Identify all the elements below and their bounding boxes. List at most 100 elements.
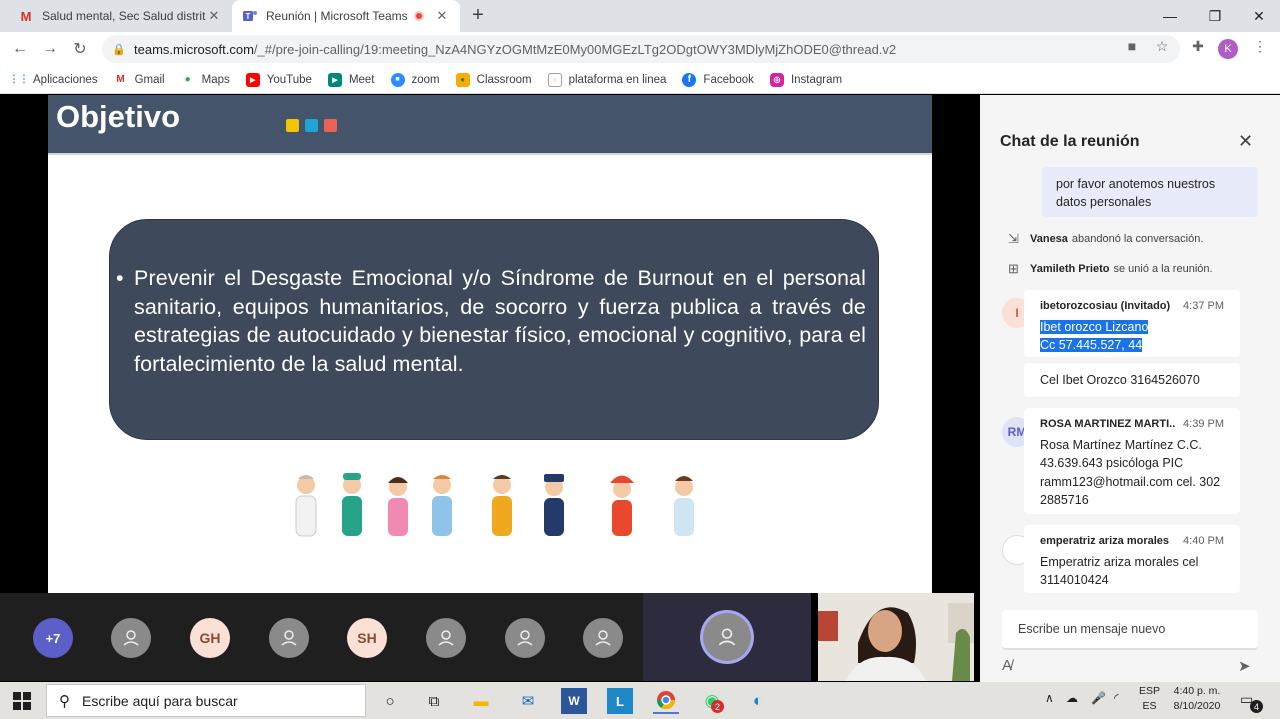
menu-icon[interactable]: ⋮ bbox=[1250, 37, 1270, 55]
microphone-icon[interactable]: 🎤 bbox=[1091, 691, 1106, 705]
restore-button[interactable]: ❐ bbox=[1193, 0, 1237, 32]
minimize-button[interactable]: — bbox=[1148, 0, 1192, 32]
message-time: 4:37 PM bbox=[1183, 300, 1224, 312]
maps-pin-icon: ● bbox=[184, 74, 191, 85]
chat-message: Cel Ibet Orozco 3164526070 bbox=[1024, 363, 1240, 397]
system-event: ⊞ Yamileth Prieto se unió a la reunión. bbox=[1008, 261, 1213, 276]
taskbar-search-input[interactable]: ⚲ Escribe aquí para buscar bbox=[46, 684, 366, 717]
bookmarks-bar: ⋮⋮ Aplicaciones M Gmail ● Maps ▶ YouTube ▶ Me… bbox=[0, 66, 1280, 94]
active-speaker-tile[interactable] bbox=[643, 593, 811, 681]
mail-icon[interactable]: ✉ bbox=[515, 688, 541, 714]
meeting-chat-panel: Chat de la reunión ✕ por favor anotemos … bbox=[980, 95, 1280, 685]
show-hidden-icons[interactable]: ∧ bbox=[1045, 691, 1054, 705]
close-tab-icon[interactable]: ✕ bbox=[434, 8, 450, 24]
wifi-icon[interactable]: ◜ bbox=[1114, 691, 1119, 705]
chat-title: Chat de la reunión bbox=[1000, 133, 1140, 150]
windows-start-icon[interactable] bbox=[12, 691, 32, 711]
slide-square bbox=[324, 119, 337, 132]
chat-message: ROSA MARTINEZ MARTI... 4:39 PM Rosa Martí… bbox=[1024, 408, 1240, 514]
slide-header: Objetivo bbox=[48, 95, 932, 155]
sender-name: ibetorozcosiau (Invitado) bbox=[1040, 300, 1171, 312]
participant-avatar[interactable]: GH bbox=[190, 618, 230, 658]
bookmark-classroom[interactable]: ● Classroom bbox=[455, 72, 532, 87]
address-bar[interactable]: 🔒 teams.microsoft.com /_#/pre-join-calli… bbox=[102, 35, 1180, 63]
back-button[interactable]: ← bbox=[8, 37, 32, 61]
new-tab-button[interactable]: + bbox=[466, 4, 490, 28]
extensions-icon[interactable]: ✚ bbox=[1188, 37, 1208, 55]
objective-box: • Prevenir el Desgaste Emocional y/o Sín… bbox=[109, 219, 879, 440]
browser-toolbar: ← → ↻ 🔒 teams.microsoft.com /_#/pre-join… bbox=[0, 32, 1280, 66]
search-icon: ⚲ bbox=[59, 692, 70, 710]
camera-video-feed bbox=[818, 593, 974, 681]
workers-illustration bbox=[295, 473, 694, 537]
slide-title: Objetivo bbox=[56, 99, 181, 134]
close-tab-icon[interactable]: ✕ bbox=[206, 8, 222, 24]
bookmark-plataforma[interactable]: ▫ plataforma en linea bbox=[547, 72, 666, 87]
bookmark-instagram[interactable]: ◎ Instagram bbox=[769, 72, 842, 87]
join-icon: ⊞ bbox=[1008, 261, 1019, 276]
forward-button[interactable]: → bbox=[38, 37, 62, 61]
leave-icon: ⇲ bbox=[1008, 231, 1019, 246]
medic-figure bbox=[432, 475, 452, 536]
gmail-icon: M bbox=[116, 74, 125, 85]
bookmark-youtube[interactable]: ▶ YouTube bbox=[245, 72, 312, 87]
compose-message-input[interactable]: Escribe un mensaje nuevo bbox=[1002, 610, 1258, 650]
person-icon bbox=[517, 630, 533, 646]
lock-icon: 🔒 bbox=[112, 43, 126, 56]
self-video-tile[interactable] bbox=[818, 593, 974, 681]
more-participants-button[interactable]: +7 bbox=[33, 618, 73, 658]
participant-avatar[interactable] bbox=[505, 618, 545, 658]
onedrive-icon[interactable]: ☁ bbox=[1066, 691, 1078, 705]
url-path: /_#/pre-join-calling/19:meeting_NzA4NGYz… bbox=[253, 41, 897, 57]
svg-text:T: T bbox=[246, 12, 251, 21]
bookmark-gmail[interactable]: M Gmail bbox=[114, 73, 164, 87]
youtube-icon: ▶ bbox=[245, 72, 260, 87]
instagram-icon: ◎ bbox=[769, 72, 784, 87]
firefighter-figure bbox=[610, 475, 634, 536]
message-time: 4:40 PM bbox=[1183, 535, 1224, 547]
own-message: por favor anotemos nuestros datos person… bbox=[1042, 167, 1258, 217]
camera-icon[interactable]: ■ bbox=[1122, 37, 1142, 55]
close-chat-icon[interactable]: ✕ bbox=[1238, 131, 1253, 152]
chat-message: ibetorozcosiau (Invitado) 4:37 PM Ibet or… bbox=[1024, 290, 1240, 357]
participant-avatar[interactable]: SH bbox=[347, 618, 387, 658]
bullet-icon: • bbox=[116, 266, 124, 290]
participant-avatar[interactable] bbox=[583, 618, 623, 658]
bookmark-facebook[interactable]: f Facebook bbox=[682, 72, 754, 87]
bookmark-star-icon[interactable]: ☆ bbox=[1152, 37, 1172, 55]
close-window-button[interactable]: ✕ bbox=[1237, 0, 1280, 32]
cortana-icon[interactable]: ○ bbox=[377, 688, 403, 714]
whatsapp-badge: 2 bbox=[711, 700, 724, 713]
format-text-icon[interactable]: A̸ bbox=[1002, 657, 1012, 674]
doctor-figure bbox=[295, 475, 317, 537]
tab-gmail[interactable]: M Salud mental, Sec Salud distrital · ✕ bbox=[8, 0, 232, 32]
task-view-icon[interactable]: ⧉ bbox=[421, 688, 447, 714]
chrome-icon[interactable] bbox=[653, 688, 679, 714]
send-icon[interactable]: ➤ bbox=[1238, 657, 1251, 675]
participant-avatar[interactable] bbox=[111, 618, 151, 658]
language-indicator[interactable]: ESP ES bbox=[1139, 684, 1160, 714]
bookmark-apps[interactable]: ⋮⋮ Aplicaciones bbox=[9, 73, 98, 87]
bookmark-zoom[interactable]: ■ zoom bbox=[390, 72, 440, 87]
person-icon bbox=[281, 630, 297, 646]
bookmark-meet[interactable]: ▶ Meet bbox=[327, 72, 375, 87]
profile-avatar[interactable]: K bbox=[1218, 39, 1238, 59]
reload-button[interactable]: ↻ bbox=[68, 37, 92, 61]
system-clock[interactable]: 4:40 p. m. 8/10/2020 bbox=[1168, 684, 1226, 714]
person-icon bbox=[718, 628, 736, 646]
shared-slide: Objetivo • Prevenir el Desgaste Emociona… bbox=[48, 95, 932, 593]
url-host: teams.microsoft.com bbox=[134, 41, 254, 57]
edge-icon[interactable]: ◐ bbox=[745, 688, 771, 714]
person-icon bbox=[123, 630, 139, 646]
file-explorer-icon[interactable]: ▬ bbox=[468, 688, 494, 714]
word-icon[interactable]: W bbox=[561, 688, 587, 714]
tab-teams[interactable]: T Reunión | Microsoft Teams ✕ bbox=[232, 0, 460, 32]
participant-avatar[interactable] bbox=[426, 618, 466, 658]
message-text: Cc 57.445.527, 44 bbox=[1040, 338, 1143, 352]
message-text: Emperatriz ariza morales cel 3114010424 bbox=[1040, 554, 1199, 588]
participant-avatar[interactable] bbox=[269, 618, 309, 658]
zoom-icon: ■ bbox=[390, 72, 405, 87]
facebook-icon: f bbox=[682, 72, 697, 87]
bookmark-maps[interactable]: ● Maps bbox=[181, 73, 230, 87]
learning-app-icon[interactable]: L bbox=[607, 688, 633, 714]
